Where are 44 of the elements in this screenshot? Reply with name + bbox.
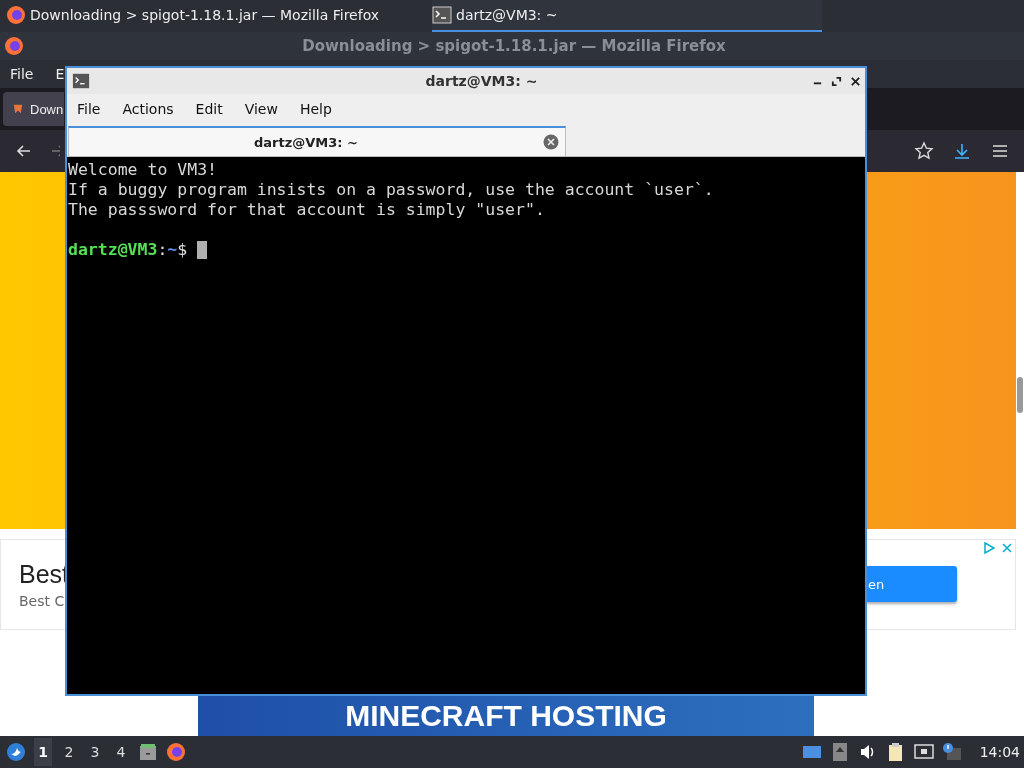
workspace-button[interactable]: 1 [34,738,52,766]
window-button[interactable]: Downloading > spigot-1.18.1.jar — Mozilla Firefox [6,0,396,32]
workspace-button[interactable]: 4 [112,738,130,766]
menu-item[interactable]: Help [299,101,332,117]
menu-item[interactable]: File [77,101,101,117]
prompt-user: dartz@VM3 [68,240,158,260]
terminal-line: The passsword for that account is simply "user". [68,200,546,220]
browser-tab[interactable]: Down [3,92,64,126]
maximize-icon[interactable] [831,75,842,87]
download-icon[interactable] [952,141,972,161]
menu-item[interactable]: Actions [122,101,174,117]
menu-item[interactable]: Edit [195,101,223,117]
favicon-icon [11,102,25,116]
file-cabinet-icon[interactable] [138,742,158,762]
notification-icon[interactable] [941,742,962,762]
workspace-button[interactable]: 2 [60,738,78,766]
browser-icon [4,36,24,56]
menu-item[interactable]: E [55,66,65,82]
workspace-button[interactable]: 3 [86,738,104,766]
window-title: Downloading > spigot-1.18.1.jar — Mozilla Firefox [302,37,726,55]
prompt-separator: : [157,240,168,260]
terminal-tab[interactable]: dartz@VM3: ~ [68,126,566,156]
clock: 14:04 [979,744,1020,760]
prompt-symbol: $ [177,240,188,260]
window-button[interactable]: dartz@VM3: ~ [432,0,822,32]
menu-item[interactable]: View [244,101,278,117]
menu-item[interactable]: File [10,66,34,82]
scrollbar[interactable] [1017,377,1023,413]
text-cursor [197,241,208,259]
browser-icon[interactable] [166,742,186,762]
bird-icon[interactable] [6,742,26,762]
browser-icon [6,5,26,25]
terminal-line: If a buggy program insists on a password, use the account `user`. [68,180,715,200]
terminal-icon [71,72,91,90]
terminal-icon [432,5,452,25]
ad-subtitle: Best C [19,592,65,609]
close-icon[interactable] [850,75,861,87]
terminal-line: Welcome to VM3! [68,160,218,180]
prompt-path: ~ [167,240,178,260]
window-title: dartz@VM3: ~ [424,73,539,89]
banner-text: MINECRAFT HOSTING [345,699,667,734]
star-icon[interactable] [914,141,934,161]
network-icon[interactable] [913,742,934,762]
play-icon[interactable] [983,541,995,554]
